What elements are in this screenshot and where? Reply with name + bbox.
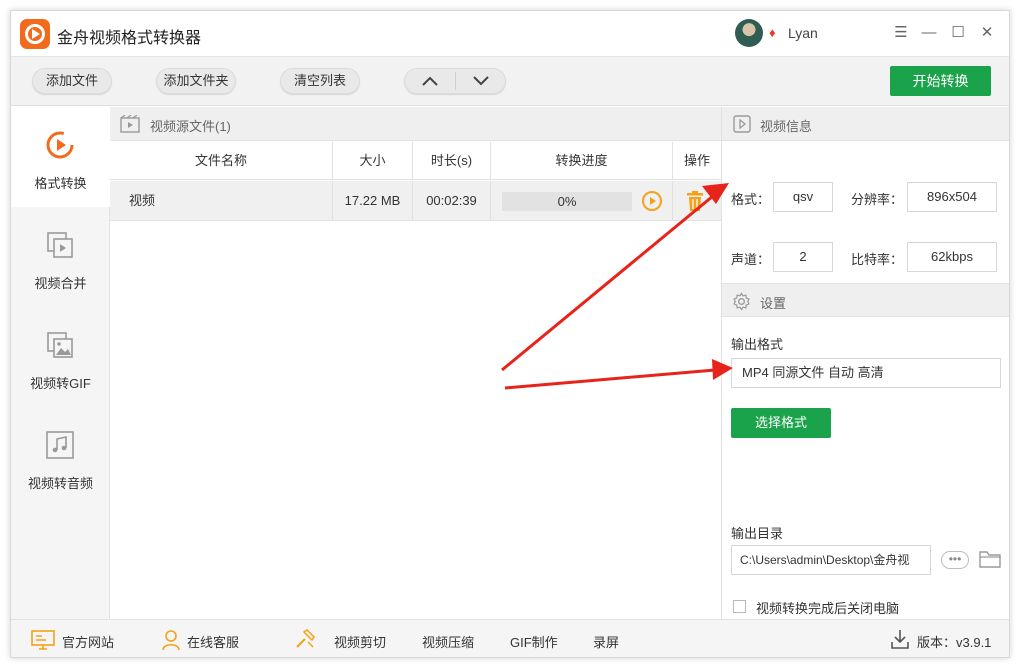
output-format-label: 输出格式: [731, 337, 784, 352]
gif-make-link[interactable]: GIF制作: [510, 632, 558, 651]
video-cut-link[interactable]: 视频剪切: [334, 632, 386, 651]
start-convert-button[interactable]: 开始转换: [890, 66, 991, 96]
sidebar-item-video-to-gif[interactable]: 视频转GIF: [11, 307, 110, 407]
video-info-title: 视频信息: [760, 119, 813, 134]
sidebar-item-video-to-audio[interactable]: 视频转音频: [11, 407, 110, 507]
settings-header: 设置: [722, 283, 1009, 317]
status-bar: 官方网站 在线客服 视频剪切 视频压缩 GIF制作 录屏 版本：v3.9.1: [11, 619, 1009, 657]
move-up-button[interactable]: [405, 69, 455, 93]
move-button-group: [404, 68, 506, 94]
user-avatar[interactable]: [735, 19, 763, 47]
vip-diamond-icon: ♦: [769, 25, 776, 40]
shutdown-checkbox[interactable]: [733, 600, 746, 613]
add-file-button[interactable]: 添加文件: [32, 68, 112, 94]
file-list-title: 视频源文件(1): [150, 119, 231, 134]
sidebar-item-label: 视频转GIF: [30, 376, 91, 391]
tools-icon: [296, 629, 315, 648]
maximize-button[interactable]: ☐: [948, 23, 968, 43]
file-duration-cell: 00:02:39: [413, 181, 491, 221]
convert-icon: [46, 131, 74, 159]
more-options-button[interactable]: •••: [941, 551, 969, 569]
add-folder-button[interactable]: 添加文件夹: [156, 68, 236, 94]
screen-record-link[interactable]: 录屏: [593, 632, 619, 651]
play-icon[interactable]: [642, 191, 662, 211]
sidebar-item-format-convert[interactable]: 格式转换: [11, 107, 110, 207]
right-panel: 视频信息 格式： qsv 分辨率： 896x504 声道： 2 比特率： 62k…: [721, 107, 1009, 619]
table-row[interactable]: 视频 17.22 MB 00:02:39 0%: [110, 181, 721, 221]
channels-label: 声道：: [731, 252, 771, 267]
user-name[interactable]: Lyan: [788, 25, 818, 41]
merge-icon: [47, 232, 73, 258]
title-bar: 金舟视频格式转换器 ♦ Lyan ☰ — ☐ ✕: [11, 11, 1009, 56]
sidebar-item-label: 视频合并: [34, 276, 87, 291]
app-title: 金舟视频格式转换器: [57, 30, 202, 47]
shutdown-label: 视频转换完成后关闭电脑: [756, 601, 900, 616]
bitrate-value: 62kbps: [907, 242, 997, 272]
video-file-icon: [120, 115, 140, 133]
gif-icon: [47, 332, 73, 358]
column-header-action: 操作: [683, 153, 710, 168]
download-icon: [891, 630, 909, 649]
toolbar: 添加文件 添加文件夹 清空列表 开始转换: [11, 56, 1009, 106]
format-label: 格式：: [731, 192, 771, 207]
official-website-link[interactable]: 官方网站: [62, 632, 114, 651]
settings-title: 设置: [760, 296, 787, 311]
clear-list-button[interactable]: 清空列表: [280, 68, 360, 94]
progress-bar: 0%: [502, 192, 632, 211]
resolution-label: 分辨率：: [851, 192, 904, 207]
website-icon: [31, 630, 55, 650]
file-size-cell: 17.22 MB: [333, 181, 413, 221]
table-header: 文件名称 大小 时长(s) 转换进度 操作: [110, 142, 721, 180]
menu-button[interactable]: ☰: [891, 23, 911, 43]
output-dir-field[interactable]: C:\Users\admin\Desktop\金舟视: [731, 545, 931, 575]
sidebar-item-label: 视频转音频: [27, 476, 93, 491]
column-header-progress: 转换进度: [491, 142, 673, 180]
online-support-link[interactable]: 在线客服: [187, 632, 239, 651]
app-logo-icon: [20, 19, 50, 49]
channels-value: 2: [773, 242, 833, 272]
version-label: 版本：v3.9.1: [917, 635, 992, 650]
folder-icon[interactable]: [979, 550, 1001, 568]
video-compress-link[interactable]: 视频压缩: [422, 632, 474, 651]
minimize-button[interactable]: —: [919, 23, 939, 43]
file-list-header: 视频源文件(1): [110, 107, 721, 141]
chevron-down-icon: [473, 76, 489, 86]
sidebar: 格式转换 视频合并 视频转GIF 视频转音频: [11, 107, 110, 619]
chevron-up-icon: [422, 76, 438, 86]
support-icon: [162, 630, 180, 651]
choose-format-button[interactable]: 选择格式: [731, 408, 831, 438]
output-dir-label: 输出目录: [731, 526, 784, 541]
column-header-duration: 时长(s): [413, 142, 491, 180]
format-value: qsv: [773, 182, 833, 212]
output-format-field[interactable]: MP4 同源文件 自动 高清: [731, 358, 1001, 388]
gear-icon: [733, 292, 750, 311]
trash-icon[interactable]: [687, 191, 703, 211]
resolution-value: 896x504: [907, 182, 997, 212]
column-header-size: 大小: [333, 142, 413, 180]
column-header-name: 文件名称: [110, 142, 333, 180]
sidebar-item-label: 格式转换: [34, 176, 87, 191]
file-name-cell: 视频: [110, 181, 333, 221]
file-list-panel: 视频源文件(1) 文件名称 大小 时长(s) 转换进度 操作 视频 17.22 …: [110, 107, 721, 619]
audio-icon: [46, 431, 74, 459]
close-button[interactable]: ✕: [977, 23, 997, 43]
move-down-button[interactable]: [456, 69, 506, 93]
sidebar-item-video-merge[interactable]: 视频合并: [11, 207, 110, 307]
bitrate-label: 比特率：: [851, 252, 904, 267]
video-info-icon: [733, 115, 751, 133]
video-info-header: 视频信息: [722, 107, 1009, 141]
app-window: 金舟视频格式转换器 ♦ Lyan ☰ — ☐ ✕ 添加文件 添加文件夹 清空列表…: [10, 10, 1010, 658]
